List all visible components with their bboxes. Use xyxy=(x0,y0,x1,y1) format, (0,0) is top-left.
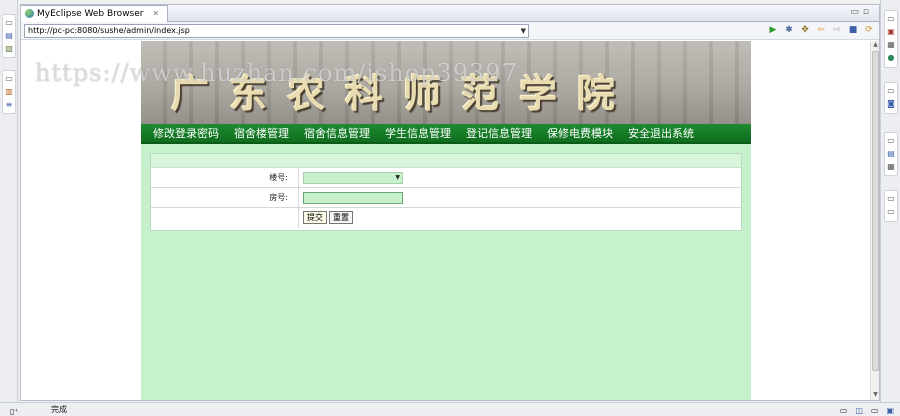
stop-icon[interactable]: ■ xyxy=(847,24,859,36)
fast-view-icon[interactable]: ▯⁺ xyxy=(10,405,19,416)
nav-item-student-info[interactable]: 学生信息管理 xyxy=(385,125,451,141)
restore-icon[interactable]: ▭ xyxy=(886,86,896,96)
address-bar: http://pc-pc:8080/sushe/admin/index.jsp … xyxy=(21,22,879,40)
web-page: 广东农科师范学院 修改登录密码 宿舍楼管理 宿舍信息管理 学生信息管理 登记信息… xyxy=(141,41,751,400)
room-label: 房号: xyxy=(151,188,299,208)
nav-item-repair-electricity[interactable]: 保修电费模块 xyxy=(547,125,613,141)
building-select[interactable]: ▼ xyxy=(303,172,403,184)
chevron-down-icon[interactable]: ▼ xyxy=(521,25,526,37)
submit-button[interactable]: 提交 xyxy=(303,211,327,224)
palette-icon[interactable]: ● xyxy=(886,53,896,63)
main-nav: 修改登录密码 宿舍楼管理 宿舍信息管理 学生信息管理 登记信息管理 保修电费模块… xyxy=(141,124,751,144)
nav-item-dorm-info[interactable]: 宿舍信息管理 xyxy=(304,125,370,141)
trim-group-views-2: ▭ ▥ ≡ xyxy=(2,70,16,114)
form-row-room: 房号: xyxy=(151,188,741,208)
editor-tabbar: MyEclipse Web Browser ✕ ▭▫ xyxy=(21,5,879,22)
server-status-icon[interactable]: ◫ xyxy=(855,404,863,416)
room-input[interactable] xyxy=(303,192,403,204)
form-row-building: 楼号: ▼ xyxy=(151,168,741,188)
tab-web-browser[interactable]: MyEclipse Web Browser ✕ xyxy=(21,5,169,22)
url-text: http://pc-pc:8080/sushe/admin/index.jsp xyxy=(28,26,190,35)
search-form: 楼号: ▼ 房号: 提交 重置 xyxy=(150,153,742,231)
monitor-icon[interactable]: ▣ xyxy=(886,404,894,416)
left-trim: ▭ ▤ ▧ ▭ ▥ ≡ xyxy=(0,0,18,402)
trim-group-right-3: ▭ ▤ ▦ xyxy=(884,132,898,176)
restore-icon[interactable]: ▭ xyxy=(4,18,14,28)
right-trim: ▭ ▣ ▦ ● ▭ ◙ ▭ ▤ ▦ ▭ ▭ xyxy=(880,0,900,402)
minimized-view-icon[interactable]: ▭ xyxy=(886,207,896,217)
back-icon[interactable]: ⇦ xyxy=(815,24,827,36)
trim-group-right-4: ▭ ▭ xyxy=(884,190,898,222)
image-preview-icon[interactable]: ◙ xyxy=(886,99,896,109)
tab-title: MyEclipse Web Browser xyxy=(37,9,144,19)
outline-icon[interactable]: ▧ xyxy=(4,44,14,54)
form-header xyxy=(151,154,741,168)
reset-button[interactable]: 重置 xyxy=(329,211,353,224)
trim-group-right-1: ▭ ▣ ▦ ● xyxy=(884,10,898,68)
tools-icon[interactable]: ✥ xyxy=(799,24,811,36)
hierarchy-icon[interactable]: ≡ xyxy=(4,100,14,110)
status-right-icons: ▭ ◫ ▭ ▣ xyxy=(840,404,894,416)
servers-icon[interactable]: ▥ xyxy=(4,87,14,97)
status-bar: ▯⁺ 完成 ▭ ◫ ▭ ▣ xyxy=(0,402,900,416)
actions-label-cell xyxy=(151,208,299,228)
form-row-actions: 提交 重置 xyxy=(151,208,741,228)
browser-editor: MyEclipse Web Browser ✕ ▭▫ http://pc-pc:… xyxy=(20,4,880,401)
restore-icon[interactable]: ▭ xyxy=(886,14,896,24)
restore-icon[interactable]: ▭ xyxy=(886,136,896,146)
vertical-scrollbar[interactable]: ▲ ▼ xyxy=(870,41,879,400)
close-icon[interactable]: ✕ xyxy=(152,9,159,18)
nav-item-building-management[interactable]: 宿舍楼管理 xyxy=(234,125,289,141)
run-icon[interactable]: ▶ xyxy=(767,24,779,36)
forward-icon[interactable]: ⇨ xyxy=(831,24,843,36)
gear-icon[interactable]: ✱ xyxy=(783,24,795,36)
scroll-down-icon[interactable]: ▼ xyxy=(871,391,880,400)
banner: 广东农科师范学院 xyxy=(141,41,751,124)
refresh-icon[interactable]: ⟳ xyxy=(863,24,875,36)
nav-item-logout[interactable]: 安全退出系统 xyxy=(628,125,694,141)
banner-title: 广东农科师范学院 xyxy=(171,71,636,116)
scrollbar-thumb[interactable] xyxy=(872,51,879,371)
window-controls[interactable]: ▭▫ xyxy=(850,7,873,17)
trim-group-views: ▭ ▤ ▧ xyxy=(2,14,16,58)
restore-icon[interactable]: ▭ xyxy=(840,404,848,416)
restore-icon[interactable]: ▭ xyxy=(886,194,896,204)
snippets-icon[interactable]: ▤ xyxy=(886,149,896,159)
restore-icon[interactable]: ▭ xyxy=(4,74,14,84)
browser-toolbar: ▶ ✱ ✥ ⇦ ⇨ ■ ⟳ xyxy=(767,24,875,36)
scroll-up-icon[interactable]: ▲ xyxy=(871,41,880,50)
restore-icon[interactable]: ▭ xyxy=(871,404,879,416)
tasks-icon[interactable]: ▦ xyxy=(886,162,896,172)
status-text: 完成 xyxy=(51,405,67,414)
package-explorer-icon[interactable]: ▤ xyxy=(4,31,14,41)
nav-item-registration-info[interactable]: 登记信息管理 xyxy=(466,125,532,141)
nav-item-change-password[interactable]: 修改登录密码 xyxy=(153,125,219,141)
properties-icon[interactable]: ▣ xyxy=(886,27,896,37)
globe-icon xyxy=(25,9,34,18)
url-field[interactable]: http://pc-pc:8080/sushe/admin/index.jsp … xyxy=(24,24,529,38)
chevron-down-icon: ▼ xyxy=(395,174,400,181)
building-label: 楼号: xyxy=(151,168,299,188)
browser-viewport: 广东农科师范学院 修改登录密码 宿舍楼管理 宿舍信息管理 学生信息管理 登记信息… xyxy=(21,41,871,400)
console-icon[interactable]: ▦ xyxy=(886,40,896,50)
trim-group-right-2: ▭ ◙ xyxy=(884,82,898,114)
